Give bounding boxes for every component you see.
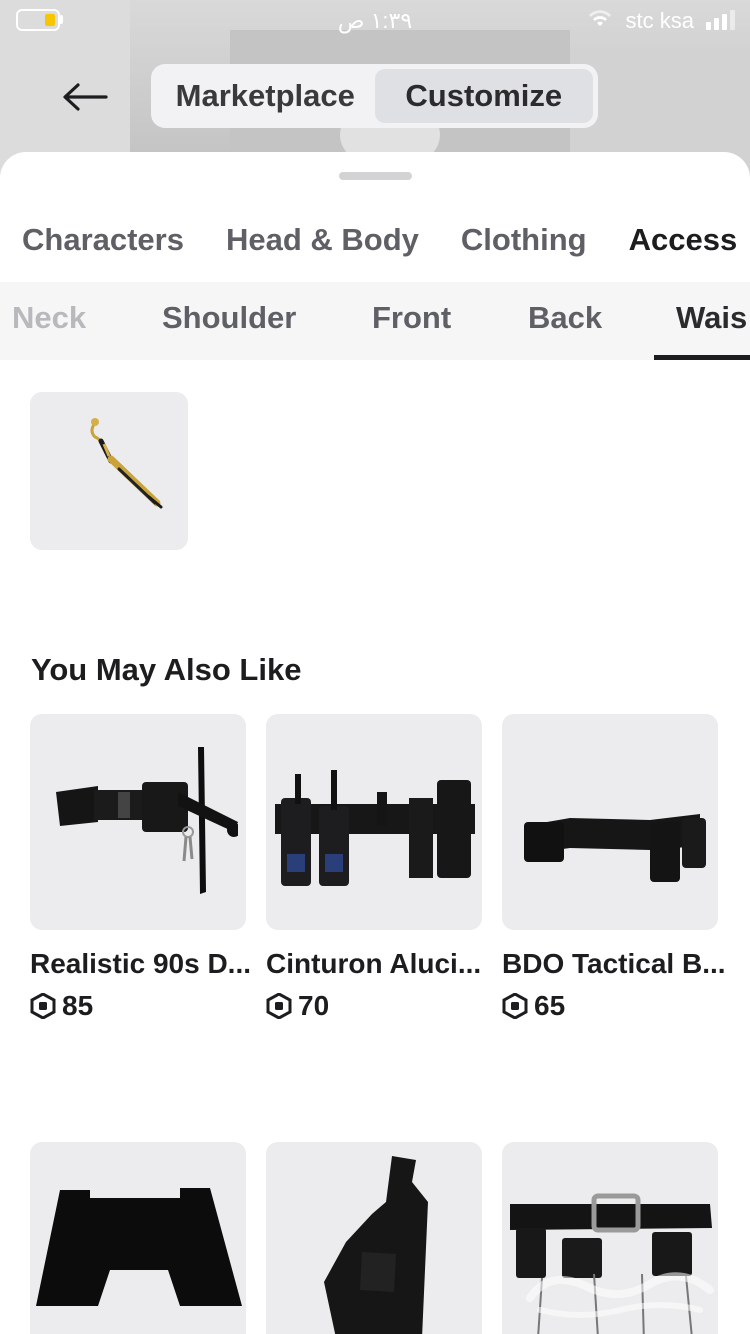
sword-icon (90, 418, 163, 509)
duty-belt-icon (56, 747, 238, 894)
carrier-name: stc ksa (625, 8, 694, 33)
equipped-item-tile[interactable] (30, 392, 188, 550)
active-subtab-indicator (654, 355, 750, 360)
customize-sheet: Characters Head & Body Clothing Access Neck… (0, 152, 750, 1334)
sheet-grabber[interactable] (339, 172, 412, 180)
robux-icon (30, 993, 56, 1019)
tab-customize[interactable]: Customize (374, 69, 593, 123)
tab-clothing[interactable]: Clothing (461, 222, 587, 258)
black-skirt-icon (36, 1188, 242, 1306)
item-price: 70 (266, 990, 482, 1022)
recommendation-card[interactable] (30, 1142, 246, 1334)
item-price-value: 65 (534, 990, 566, 1021)
subcategory-bar: Neck Shoulder Front Back Wais (0, 282, 750, 360)
item-thumbnail (502, 714, 718, 930)
recommendation-card[interactable]: Cinturon Aluci... 70 (266, 714, 482, 1022)
section-title-recommendations: You May Also Like (31, 652, 302, 687)
subtab-back[interactable]: Back (528, 300, 676, 336)
signal-icon (706, 10, 736, 30)
wifi-icon (589, 10, 611, 26)
mode-segmented-control: Marketplace Customize (151, 64, 598, 128)
battery-icon (16, 9, 60, 31)
item-thumbnail (30, 1142, 246, 1334)
category-tabs: Characters Head & Body Clothing Access (22, 222, 750, 258)
status-bar: ١:٣٩ ص stc ksa (0, 0, 750, 40)
item-thumbnail (266, 1142, 482, 1334)
item-price: 85 (30, 990, 246, 1022)
status-time: ١:٣٩ ص (337, 8, 413, 33)
subtab-waist[interactable]: Wais (676, 300, 747, 336)
watermark-logo (526, 1272, 714, 1318)
recommendation-card[interactable]: Realistic 90s D... 85 (30, 714, 252, 1022)
radio-belt-icon (275, 770, 475, 886)
subtab-neck[interactable]: Neck (12, 300, 162, 336)
tactical-belt-icon (524, 814, 706, 882)
subcategory-tabs: Neck Shoulder Front Back Wais (12, 300, 747, 336)
back-button[interactable] (56, 72, 112, 122)
item-price-value: 70 (298, 990, 330, 1021)
tab-accessories[interactable]: Access (629, 222, 738, 258)
tab-characters[interactable]: Characters (22, 222, 184, 258)
recommendation-card[interactable]: BDO Tactical B... 65 (502, 714, 726, 1022)
item-price: 65 (502, 990, 718, 1022)
item-thumbnail (30, 714, 246, 930)
item-name: Realistic 90s D... (30, 948, 252, 979)
item-name: BDO Tactical B... (502, 948, 726, 979)
robux-icon (502, 993, 528, 1019)
subtab-shoulder[interactable]: Shoulder (162, 300, 372, 336)
holster-icon (324, 1156, 428, 1334)
recommendation-card[interactable] (266, 1142, 482, 1334)
robux-icon (266, 993, 292, 1019)
item-price-value: 85 (62, 990, 94, 1021)
item-name: Cinturon Aluci... (266, 948, 482, 979)
tab-marketplace[interactable]: Marketplace (156, 69, 375, 123)
tab-head-body[interactable]: Head & Body (226, 222, 419, 258)
subtab-front[interactable]: Front (372, 300, 528, 336)
item-thumbnail (266, 714, 482, 930)
arrow-left-icon (63, 83, 108, 111)
